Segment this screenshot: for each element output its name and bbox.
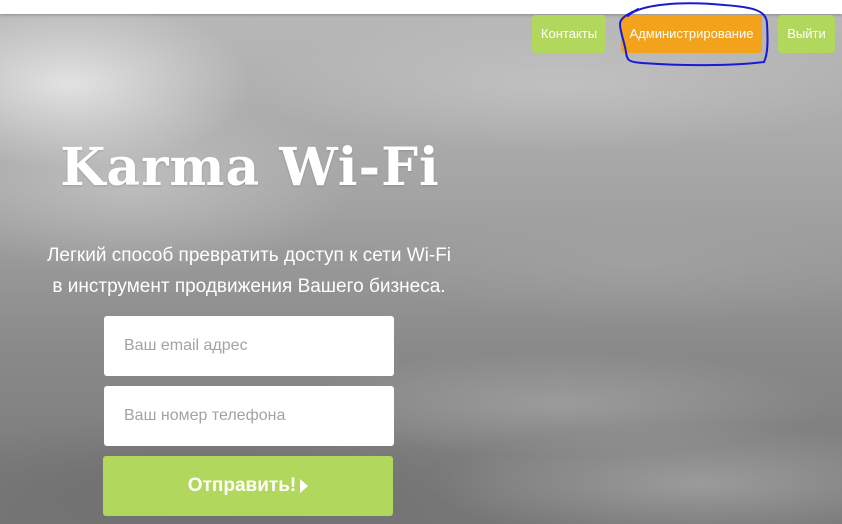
phone-field[interactable] (104, 386, 394, 446)
contacts-button[interactable]: Контакты (532, 15, 606, 53)
top-bar (0, 0, 842, 14)
tagline-line-1: Легкий способ превратить доступ к сети W… (46, 245, 452, 266)
tagline-line-2: в инструмент продвижения Вашего бизнеса. (52, 276, 446, 297)
tagline: Легкий способ превратить доступ к сети W… (10, 240, 488, 302)
email-field[interactable] (104, 316, 394, 376)
logout-button[interactable]: Выйти (778, 15, 835, 53)
submit-button[interactable]: Отправить! (103, 456, 393, 516)
brand-title: Karma Wi-Fi (60, 137, 440, 198)
play-arrow-icon (300, 479, 309, 493)
administration-button[interactable]: Администрирование (621, 15, 762, 53)
submit-button-label: Отправить! (187, 475, 297, 496)
page: Контакты Администрирование Выйти Karma W… (0, 0, 842, 524)
